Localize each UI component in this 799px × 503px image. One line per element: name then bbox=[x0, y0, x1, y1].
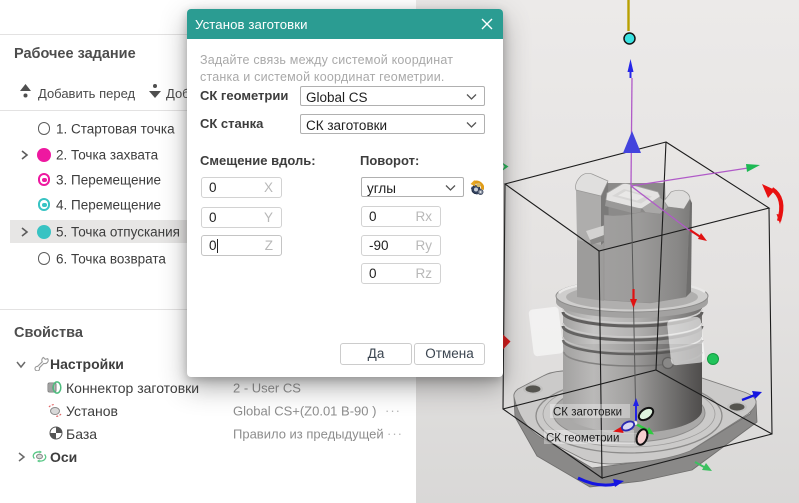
svg-text:СК геометрии: СК геометрии bbox=[546, 433, 619, 445]
svg-text:СК заготовки: СК заготовки bbox=[553, 407, 622, 419]
